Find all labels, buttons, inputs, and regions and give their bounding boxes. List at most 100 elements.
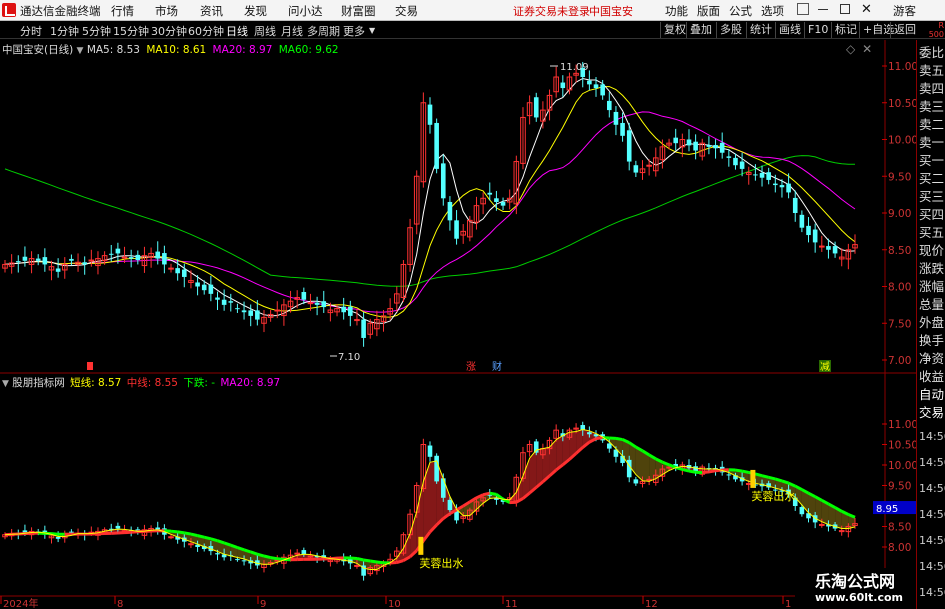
side-item-27[interactable]: 14:56 (919, 586, 945, 600)
candle-body (587, 80, 592, 85)
candle-body (779, 185, 785, 188)
side-item-14[interactable]: 总量 (919, 298, 945, 312)
candle-body (221, 299, 227, 305)
panel-controls: ◇ ✕ (846, 42, 872, 56)
sub-candle-body (434, 455, 439, 482)
signal-label: 芙蓉出水 (751, 489, 795, 503)
r-badge-num: 500 (928, 30, 944, 39)
side-item-9[interactable]: 买四 (919, 208, 945, 222)
sub-candle-body (799, 507, 805, 515)
mid-line-seg (735, 468, 743, 473)
side-item-26[interactable]: 14:56 (919, 560, 945, 574)
mid-line-seg (781, 479, 790, 485)
candle-body (633, 165, 639, 173)
sub-candle-body (726, 474, 732, 476)
candle-body (753, 174, 758, 176)
candle-body (500, 201, 506, 206)
mid-line-seg (741, 469, 750, 474)
candle-body (818, 245, 825, 248)
mid-line-seg (615, 436, 623, 442)
side-item-13[interactable]: 涨幅 (919, 280, 945, 294)
candle-body (354, 319, 360, 322)
sub-legend-toggle-icon[interactable]: ▼ (2, 379, 9, 389)
candle-body (812, 229, 818, 243)
sub-candle-body (633, 479, 639, 484)
side-item-5[interactable]: 卖一 (919, 136, 945, 150)
panel-close-icon[interactable]: ✕ (862, 42, 872, 56)
ma5-value: MA5: 8.53 (86, 44, 140, 56)
side-item-2[interactable]: 卖四 (919, 82, 945, 96)
main-legend: 中国宝安(日线) ▼ MA5: 8.53 MA10: 8.61 MA20: 8.… (2, 42, 339, 57)
candle-body (673, 137, 679, 144)
mid-line-seg (376, 560, 384, 565)
band-fill (423, 462, 430, 541)
side-item-3[interactable]: 卖三 (919, 100, 945, 114)
side-item-12[interactable]: 涨跌 (919, 262, 945, 276)
sub-candle-body (427, 445, 433, 457)
side-item-18[interactable]: 收益 (919, 370, 945, 384)
settings-diamond-icon[interactable]: ◇ (846, 42, 855, 56)
side-item-21[interactable]: 14:56 (919, 430, 945, 444)
candle-body (22, 256, 28, 261)
side-item-1[interactable]: 卖五 (919, 64, 945, 78)
mid-line-seg (688, 469, 696, 474)
side-item-6[interactable]: 买一 (919, 154, 945, 168)
sub-y-tick-label: 10.00 (888, 460, 916, 472)
candle-body (606, 100, 612, 111)
candle-body (620, 122, 625, 136)
side-item-19[interactable]: 自动 (919, 388, 945, 402)
quote-side-panel: 委比卖五卖四卖三卖二卖一买一买二买三买四买五现价涨跌涨幅总量外盘换手净资收益自动… (916, 40, 945, 609)
ma20-value: MA20: 8.97 (212, 44, 273, 56)
sub-candle-body (235, 559, 240, 561)
candle-body (447, 201, 453, 221)
candle-body (533, 97, 539, 118)
mid-line-seg (51, 532, 59, 536)
candle-body (600, 84, 605, 96)
x-axis-label: 9 (260, 599, 266, 609)
candle-body (181, 269, 187, 277)
side-item-24[interactable]: 14:56 (919, 508, 945, 522)
mid-line-seg (482, 491, 491, 497)
side-item-15[interactable]: 外盘 (919, 316, 945, 330)
mid-line-seg (363, 558, 371, 563)
side-item-4[interactable]: 卖二 (919, 118, 945, 132)
candle-body (42, 257, 48, 265)
sub-y-tick-label: 8.00 (888, 542, 911, 554)
stock-title: 中国宝安(日线) (2, 44, 74, 56)
mid-line-seg (203, 535, 212, 541)
side-item-22[interactable]: 14:56 (919, 456, 945, 470)
sub-candle-body (447, 499, 453, 511)
mid-line-seg (356, 556, 364, 562)
candle-body (454, 220, 459, 239)
candle-body (307, 302, 314, 305)
candle-body (235, 308, 240, 310)
ma60-line (4, 155, 856, 287)
candle-body (560, 82, 566, 89)
side-item-16[interactable]: 换手 (919, 334, 945, 348)
sub-y-tick-label: 11.00 (888, 419, 916, 431)
side-item-10[interactable]: 买五 (919, 226, 945, 240)
mid-line-seg (263, 554, 271, 560)
candle-body (739, 161, 745, 169)
mid-line-seg (702, 470, 710, 475)
side-item-11[interactable]: 现价 (919, 244, 945, 258)
sub-candle-body (115, 525, 121, 529)
side-item-8[interactable]: 买三 (919, 190, 945, 204)
candle-body (434, 122, 439, 169)
mid-line-seg (177, 530, 185, 535)
candle-body (494, 198, 499, 202)
side-item-7[interactable]: 买二 (919, 172, 945, 186)
candle-body (115, 248, 121, 254)
side-item-0[interactable]: 委比 (919, 46, 945, 60)
side-item-17[interactable]: 净资 (919, 352, 945, 366)
legend-toggle-icon[interactable]: ▼ (77, 46, 84, 56)
mid-line-seg (761, 474, 770, 479)
side-item-25[interactable]: 14:56 (919, 534, 945, 548)
side-item-20[interactable]: 交易 (919, 406, 945, 420)
kline-chart[interactable]: 芙蓉出水芙蓉出水 11.0010.5010.009.509.008.508.00… (0, 0, 916, 609)
side-item-23[interactable]: 14:56 (919, 482, 945, 496)
event-marker-small (87, 362, 93, 370)
sub-candle-body (818, 523, 825, 526)
mid-line-seg (708, 469, 716, 474)
candle-body (799, 214, 805, 228)
